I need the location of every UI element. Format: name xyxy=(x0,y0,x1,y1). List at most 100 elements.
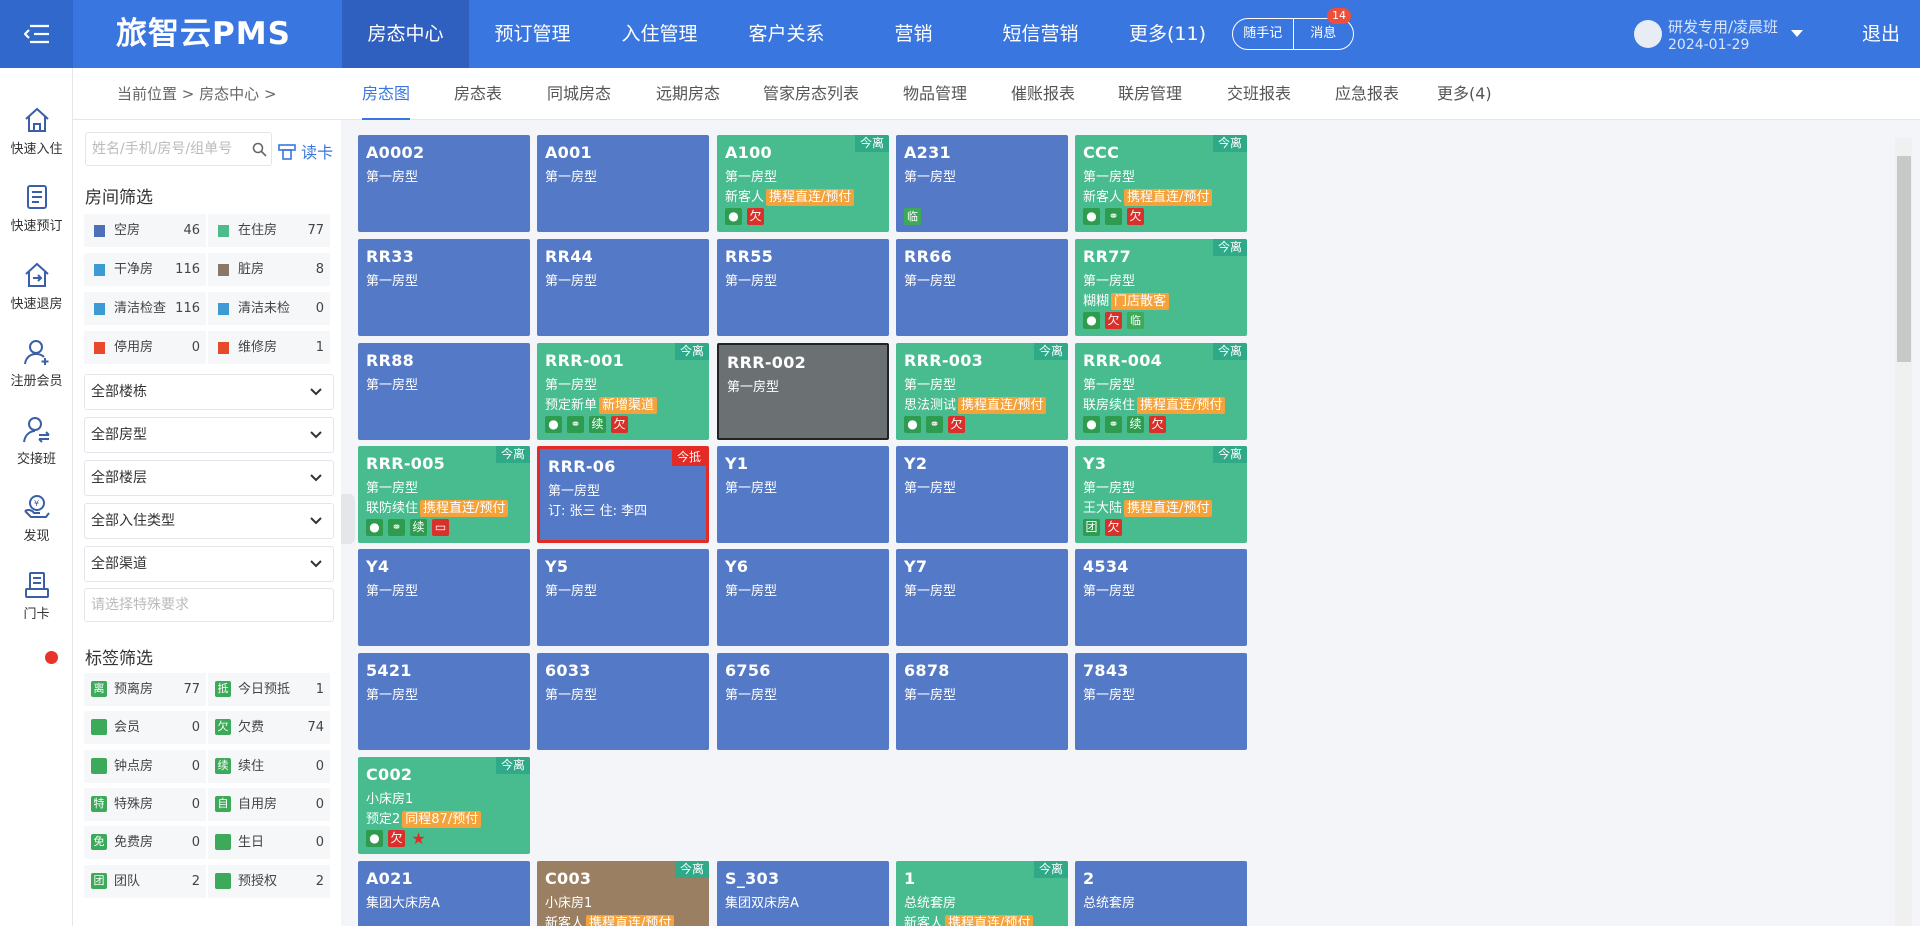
tag-filter-item[interactable]: 会员 0 xyxy=(84,711,206,745)
channel-select[interactable]: 全部渠道 xyxy=(84,546,334,582)
door-card-button[interactable]: 门卡 xyxy=(0,571,73,622)
quick-checkin-button[interactable]: 快速入住 xyxy=(0,106,73,157)
tag-filter-item[interactable]: 自自用房 0 xyxy=(208,787,330,821)
app-logo[interactable]: 旅智云PMS xyxy=(116,0,291,68)
room-card[interactable]: Y3 第一房型 今离 王大陆 携程直连/预付团欠 xyxy=(1075,446,1247,543)
breadcrumb-current[interactable]: 房态中心 xyxy=(199,85,259,103)
discover-button[interactable]: ¥ 发现 xyxy=(0,493,73,544)
special-request-select[interactable]: 请选择特殊要求 xyxy=(84,588,334,622)
stay-type-select[interactable]: 全部入住类型 xyxy=(84,503,334,539)
room-card[interactable]: 1 总统套房 今离 新客人 携程直连/预付 xyxy=(896,861,1068,926)
room-card[interactable]: 6878 第一房型 xyxy=(896,653,1068,750)
tag-filter-item[interactable]: 特特殊房 0 xyxy=(84,787,206,821)
tag-filter-item[interactable]: 钟点房 0 xyxy=(84,749,206,783)
tag-filter-item[interactable]: 团团队 2 xyxy=(84,864,206,898)
status-filter-item[interactable]: 脏房 8 xyxy=(208,253,330,286)
search-input[interactable]: 姓名/手机/房号/组单号 xyxy=(85,132,272,166)
room-card[interactable]: Y1 第一房型 xyxy=(717,446,889,543)
room-card[interactable]: RR88 第一房型 xyxy=(358,343,530,440)
tag-filter-item[interactable]: 生日 0 xyxy=(208,826,330,860)
room-card[interactable]: Y5 第一房型 xyxy=(537,549,709,646)
nav-booking[interactable]: 预订管理 xyxy=(469,0,596,68)
tab-room-table[interactable]: 房态表 xyxy=(454,68,502,120)
room-card[interactable]: 4534 第一房型 xyxy=(1075,549,1247,646)
avatar[interactable] xyxy=(1634,20,1662,48)
room-card[interactable]: Y7 第一房型 xyxy=(896,549,1068,646)
memo-button[interactable]: 随手记 xyxy=(1233,19,1293,49)
room-type-select[interactable]: 全部房型 xyxy=(84,417,334,453)
tab-future-rooms[interactable]: 远期房态 xyxy=(656,68,720,120)
user-menu-caret-icon[interactable] xyxy=(1791,30,1803,37)
room-card[interactable]: 7843 第一房型 xyxy=(1075,653,1247,750)
status-filter-item[interactable]: 停用房 0 xyxy=(84,331,206,364)
room-card[interactable]: 2 总统套房 xyxy=(1075,861,1247,926)
tab-more[interactable]: 更多(4) xyxy=(1437,68,1492,120)
tab-room-map[interactable]: 房态图 xyxy=(362,68,411,120)
tab-item-management[interactable]: 物品管理 xyxy=(903,68,967,120)
room-card[interactable]: RRR-004 第一房型 今离 联房续住 携程直连/预付 ● ⚭ 续欠 xyxy=(1075,343,1247,440)
tab-emergency-report[interactable]: 应急报表 xyxy=(1335,68,1399,120)
tag-filter-item[interactable]: 续续住 0 xyxy=(208,749,330,783)
status-filter-item[interactable]: 清洁未检 0 xyxy=(208,292,330,325)
room-card[interactable]: A001 第一房型 xyxy=(537,135,709,232)
tab-city-rooms[interactable]: 同城房态 xyxy=(547,68,611,120)
room-card[interactable]: RRR-003 第一房型 今离 思法测试 携程直连/预付 ● ⚭ 欠 xyxy=(896,343,1068,440)
tab-linked-rooms[interactable]: 联房管理 xyxy=(1118,68,1182,120)
room-card[interactable]: RR44 第一房型 xyxy=(537,239,709,336)
logout-button[interactable]: 退出 xyxy=(1862,0,1900,68)
room-card[interactable]: A0002 第一房型 xyxy=(358,135,530,232)
room-card[interactable]: RRR-001 第一房型 今离 预定新单 新增渠道 ● ⚭ 续欠 xyxy=(537,343,709,440)
tab-shift-report[interactable]: 交班报表 xyxy=(1227,68,1291,120)
room-card[interactable]: A021 集团大床房A xyxy=(358,861,530,926)
quick-checkout-button[interactable]: 快速退房 xyxy=(0,261,73,312)
nav-crm[interactable]: 客户关系 xyxy=(723,0,850,68)
board-scrollbar-thumb[interactable] xyxy=(1897,156,1911,362)
tag-filter-item[interactable]: 预授权 2 xyxy=(208,864,330,898)
room-card[interactable]: RRR-002 第一房型 xyxy=(717,343,889,440)
room-card[interactable]: A100 第一房型 今离 新客人 携程直连/预付 ● 欠 xyxy=(717,135,889,232)
search-icon[interactable] xyxy=(252,142,267,157)
tab-collection-report[interactable]: 催账报表 xyxy=(1011,68,1075,120)
room-card[interactable]: C003 小床房1 今离 新客人 携程直连/预付 xyxy=(537,861,709,926)
room-card[interactable]: RR55 第一房型 xyxy=(717,239,889,336)
tag-filter-item[interactable]: 欠欠费 74 xyxy=(208,711,330,745)
room-card[interactable]: Y4 第一房型 xyxy=(358,549,530,646)
building-select[interactable]: 全部楼栋 xyxy=(84,374,334,410)
room-card[interactable]: Y6 第一房型 xyxy=(717,549,889,646)
status-filter-item[interactable]: 维修房 1 xyxy=(208,331,330,364)
room-card[interactable]: RRR-005 第一房型 今离 联防续住 携程直连/预付 ● ⚭ 续 ▭ xyxy=(358,446,530,543)
room-card[interactable]: C002 小床房1 今离 预定2 同程87/预付 ● 欠 ★ xyxy=(358,757,530,854)
room-card[interactable]: Y2 第一房型 xyxy=(896,446,1068,543)
room-card[interactable]: RR77 第一房型 今离 糊糊 门店散客 ● 欠临 xyxy=(1075,239,1247,336)
nav-marketing[interactable]: 营销 xyxy=(850,0,977,68)
tag-filter-item[interactable]: 抵今日预抵 1 xyxy=(208,673,330,706)
room-card[interactable]: 5421 第一房型 xyxy=(358,653,530,750)
collapse-panel-handle[interactable] xyxy=(341,494,355,544)
user-name[interactable]: 研发专用/凌晨班 xyxy=(1668,16,1778,37)
handover-button[interactable]: 交接班 xyxy=(0,416,73,467)
tab-housekeeper-list[interactable]: 管家房态列表 xyxy=(763,68,859,120)
menu-toggle-icon[interactable] xyxy=(0,0,73,68)
room-card[interactable]: A231 第一房型临 xyxy=(896,135,1068,232)
status-filter-item[interactable]: 在住房 77 xyxy=(208,214,330,247)
room-card[interactable]: CCC 第一房型 今离 新客人 携程直连/预付 ● ⚭ 欠 xyxy=(1075,135,1247,232)
quick-booking-button[interactable]: 快速预订 xyxy=(0,183,73,234)
room-card[interactable]: 6033 第一房型 xyxy=(537,653,709,750)
nav-checkin[interactable]: 入住管理 xyxy=(596,0,723,68)
floor-select[interactable]: 全部楼层 xyxy=(84,460,334,496)
nav-room-center[interactable]: 房态中心 xyxy=(342,0,469,68)
room-card[interactable]: 6756 第一房型 xyxy=(717,653,889,750)
nav-sms[interactable]: 短信营销 xyxy=(977,0,1104,68)
room-card[interactable]: RR33 第一房型 xyxy=(358,239,530,336)
tag-filter-item[interactable]: 免免费房 0 xyxy=(84,826,206,860)
room-card[interactable]: RRR-06 第一房型 今抵 订: 张三 住: 李四 xyxy=(537,446,709,543)
nav-more[interactable]: 更多(11) xyxy=(1104,0,1231,68)
status-filter-item[interactable]: 空房 46 xyxy=(84,214,206,247)
room-card[interactable]: S_303 集团双床房A xyxy=(717,861,889,926)
room-card[interactable]: RR66 第一房型 xyxy=(896,239,1068,336)
status-filter-item[interactable]: 清洁检查 116 xyxy=(84,292,206,325)
status-filter-item[interactable]: 干净房 116 xyxy=(84,253,206,286)
read-card-button[interactable]: 读卡 xyxy=(278,139,333,163)
tag-filter-item[interactable]: 离预离房 77 xyxy=(84,673,206,706)
register-member-button[interactable]: 注册会员 xyxy=(0,338,73,389)
